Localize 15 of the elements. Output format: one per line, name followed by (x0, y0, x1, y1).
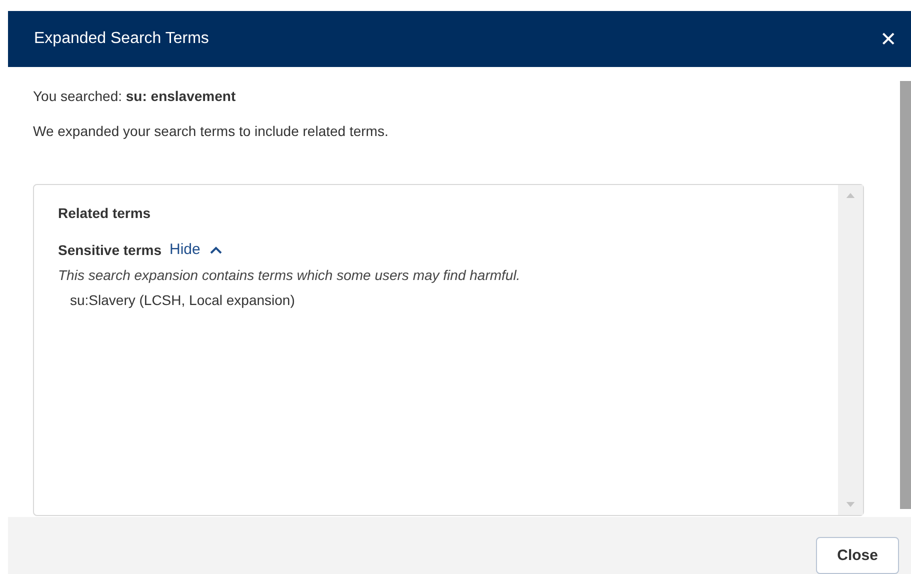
close-button[interactable]: ✕ (880, 26, 897, 52)
related-terms-heading: Related terms (58, 205, 152, 222)
chevron-icon (210, 246, 222, 254)
expansion-message: We expanded your search terms to include related terms. (33, 123, 390, 140)
searched-text: You searched: su: enslavement (33, 88, 237, 104)
close-button[interactable]: Close (816, 537, 899, 574)
scrollbar[interactable] (900, 81, 911, 509)
scrollbar[interactable] (838, 185, 863, 516)
warning-note: This search expansion contains terms which some users may find harmful. (58, 267, 522, 284)
scroll-down-icon[interactable] (846, 502, 855, 508)
scroll-up-icon[interactable] (846, 193, 855, 198)
group-label: Sensitive terms (58, 242, 162, 258)
related-term: su:Slavery (LCSH, Local expansion) (69, 292, 296, 308)
hide-toggle-link[interactable]: Hide (170, 241, 222, 258)
dialog-title: Expanded Search Terms (34, 30, 209, 48)
